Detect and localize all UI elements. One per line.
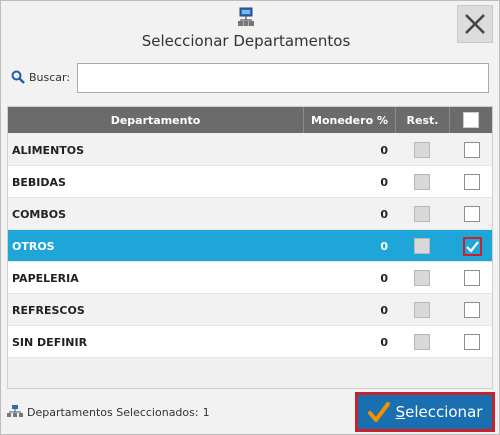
select-checkbox[interactable]	[464, 174, 480, 190]
row-name: OTROS	[12, 239, 55, 253]
rest-checkbox[interactable]	[414, 302, 430, 318]
column-header-monedero[interactable]: Monedero %	[304, 107, 396, 133]
dialog-title: Seleccionar Departamentos	[141, 32, 351, 50]
select-checkbox[interactable]	[464, 334, 480, 350]
network-icon	[7, 405, 23, 417]
row-monedero: 0	[380, 143, 388, 157]
selected-count-info: Departamentos Seleccionados: 1	[7, 405, 210, 419]
table-row[interactable]: ALIMENTOS 0	[8, 134, 492, 166]
dialog-window: Seleccionar Departamentos Buscar: Depart…	[0, 0, 500, 435]
network-icon	[238, 7, 254, 26]
rest-checkbox[interactable]	[414, 206, 430, 222]
row-name: COMBOS	[12, 207, 67, 221]
row-monedero: 0	[380, 303, 388, 317]
checkmark-icon	[367, 402, 390, 422]
seleccionar-label: Seleccionar	[395, 403, 483, 421]
rest-checkbox[interactable]	[414, 270, 430, 286]
select-checkbox[interactable]	[464, 302, 480, 318]
row-monedero: 0	[380, 207, 388, 221]
select-checkbox[interactable]	[464, 142, 480, 158]
row-name: REFRESCOS	[12, 303, 85, 317]
selected-label: Departamentos Seleccionados:	[27, 405, 199, 419]
departments-grid: Departamento Monedero % Rest. ALIMENTOS …	[7, 106, 493, 389]
column-header-departamento[interactable]: Departamento	[8, 107, 304, 133]
seleccionar-button[interactable]: Seleccionar	[355, 392, 495, 432]
rest-checkbox[interactable]	[414, 142, 430, 158]
rest-checkbox[interactable]	[414, 334, 430, 350]
row-name: SIN DEFINIR	[12, 335, 88, 349]
table-row[interactable]: COMBOS 0	[8, 198, 492, 230]
search-label: Buscar:	[29, 70, 71, 84]
row-monedero: 0	[380, 271, 388, 285]
row-monedero: 0	[380, 239, 388, 253]
select-all-checkbox[interactable]	[463, 112, 479, 128]
search-input[interactable]	[77, 63, 489, 93]
table-row[interactable]: BEBIDAS 0	[8, 166, 492, 198]
selected-count: 1	[202, 405, 210, 419]
search-label-group: Buscar:	[11, 70, 70, 84]
magnifier-icon	[11, 70, 25, 84]
close-button[interactable]	[457, 5, 493, 43]
table-row-selected[interactable]: OTROS 0	[8, 230, 492, 262]
rest-checkbox[interactable]	[414, 174, 430, 190]
table-row[interactable]: REFRESCOS 0	[8, 294, 492, 326]
row-name: PAPELERIA	[12, 271, 79, 285]
row-monedero: 0	[380, 335, 388, 349]
row-monedero: 0	[380, 175, 388, 189]
grid-header: Departamento Monedero % Rest.	[8, 107, 492, 133]
select-checkbox[interactable]	[464, 270, 480, 286]
select-checkbox[interactable]	[464, 206, 480, 222]
row-name: BEBIDAS	[12, 175, 66, 189]
rest-checkbox[interactable]	[414, 238, 430, 254]
column-header-rest[interactable]: Rest.	[396, 107, 450, 133]
table-row[interactable]: SIN DEFINIR 0	[8, 326, 492, 358]
checkmark-icon	[466, 241, 479, 253]
close-icon	[465, 14, 485, 34]
column-header-select-all[interactable]	[450, 107, 492, 133]
table-row[interactable]: PAPELERIA 0	[8, 262, 492, 294]
row-name: ALIMENTOS	[12, 143, 85, 157]
select-checkbox-checked[interactable]	[463, 237, 482, 256]
